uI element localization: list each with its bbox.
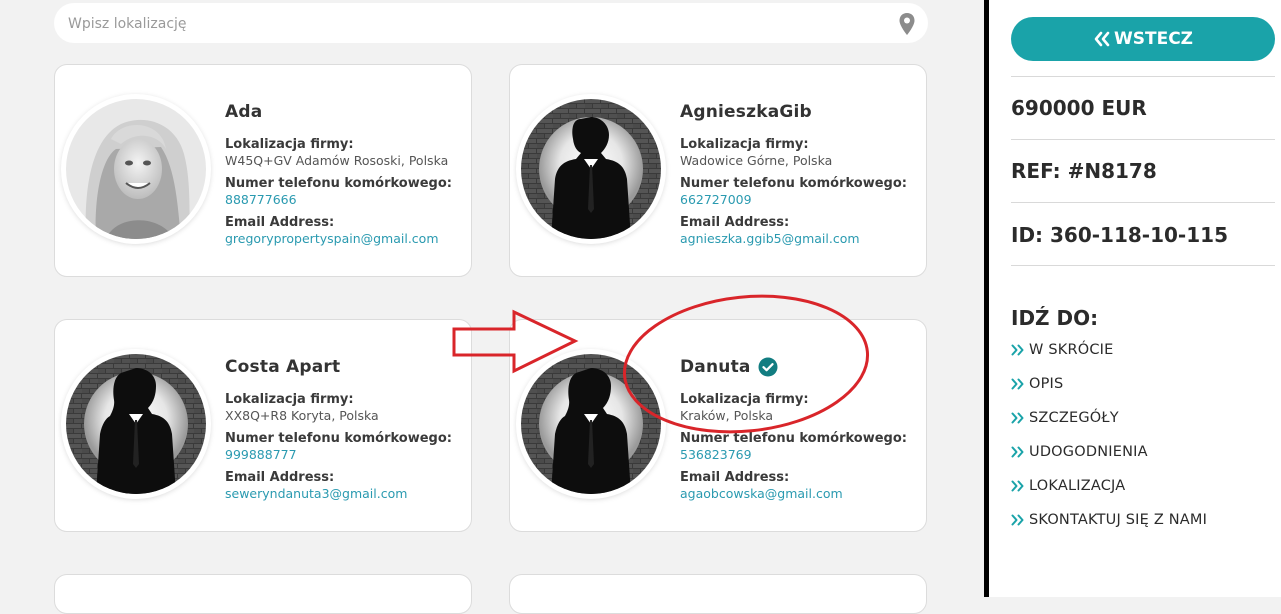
double-chevron-right-icon [1011,514,1024,526]
agent-card-partial[interactable] [54,574,472,614]
back-button[interactable]: WSTECZ [1011,17,1275,61]
email-label: Email Address: [225,470,335,485]
divider [1011,76,1275,77]
agent-avatar-man-silhouette [521,99,661,239]
nav-item-udogodnienia[interactable]: UDOGODNIENIA [1011,435,1207,469]
agent-location: W45Q+GV Adamów Rososki, Polska [225,153,449,168]
agent-card-partial[interactable] [509,574,927,614]
email-label: Email Address: [225,215,335,230]
agent-phone-link[interactable]: 536823769 [680,447,920,463]
double-chevron-right-icon [1011,446,1024,458]
agent-phone-link[interactable]: 888777666 [225,192,465,208]
nav-item-label: LOKALIZACJA [1029,478,1126,494]
map-pin-icon[interactable] [898,12,916,36]
woman-portrait-icon [66,99,206,239]
email-label: Email Address: [680,215,790,230]
property-price: 690000 EUR [1011,96,1147,120]
agent-card[interactable]: Ada Lokalizacja firmy: W45Q+GV Adamów Ro… [54,64,472,277]
nav-item-label: OPIS [1029,376,1064,392]
agent-location: Kraków, Polska [680,408,774,423]
agent-avatar-woman-silhouette [521,354,661,494]
nav-item-w-skrocie[interactable]: W SKRÓCIE [1011,333,1207,367]
agent-phone-link[interactable]: 999888777 [225,447,465,463]
double-chevron-right-icon [1011,480,1024,492]
nav-item-label: W SKRÓCIE [1029,342,1114,358]
property-id: ID: 360-118-10-115 [1011,223,1228,247]
agent-name: Ada [225,102,263,122]
property-sidebar: WSTECZ 690000 EUR REF: #N8178 ID: 360-11… [989,0,1281,597]
agent-name: Danuta [680,357,751,377]
phone-label: Numer telefonu komórkowego: [225,176,452,191]
agent-location: XX8Q+R8 Koryta, Polska [225,408,379,423]
location-label: Lokalizacja firmy: [680,137,809,152]
nav-item-label: SKONTAKTUJ SIĘ Z NAMI [1029,512,1208,528]
phone-label: Numer telefonu komórkowego: [225,431,452,446]
property-ref: REF: #N8178 [1011,159,1157,183]
location-label: Lokalizacja firmy: [225,392,354,407]
nav-item-skontaktuj[interactable]: SKONTAKTUJ SIĘ Z NAMI [1011,503,1207,537]
location-search-bar[interactable] [54,3,928,45]
agent-card[interactable]: Costa Apart Lokalizacja firmy: XX8Q+R8 K… [54,319,472,532]
agent-email-link[interactable]: seweryndanuta3@gmail.com [225,486,465,502]
email-label: Email Address: [680,470,790,485]
nav-item-opis[interactable]: OPIS [1011,367,1207,401]
double-chevron-right-icon [1011,412,1024,424]
agent-name: AgnieszkaGib [680,102,812,122]
double-chevron-right-icon [1011,344,1024,356]
nav-item-lokalizacja[interactable]: LOKALIZACJA [1011,469,1207,503]
man-silhouette-icon [521,99,661,239]
divider [1011,202,1275,203]
nav-item-label: SZCZEGÓŁY [1029,410,1119,426]
location-label: Lokalizacja firmy: [680,392,809,407]
double-chevron-right-icon [1011,378,1024,390]
section-nav: W SKRÓCIE OPIS SZCZEGÓŁY UDOGODNIENIA LO… [1011,333,1207,537]
nav-item-szczegoly[interactable]: SZCZEGÓŁY [1011,401,1207,435]
double-chevron-left-icon [1094,31,1110,47]
agent-name: Costa Apart [225,357,341,377]
phone-label: Numer telefonu komórkowego: [680,176,907,191]
phone-label: Numer telefonu komórkowego: [680,431,907,446]
woman-silhouette-icon [66,354,206,494]
location-search-input[interactable] [66,3,890,45]
divider [1011,265,1275,266]
agent-email-link[interactable]: agnieszka.ggib5@gmail.com [680,231,920,247]
agent-card[interactable]: AgnieszkaGib Lokalizacja firmy: Wadowice… [509,64,927,277]
location-label: Lokalizacja firmy: [225,137,354,152]
agent-avatar-woman-portrait [66,99,206,239]
woman-silhouette-icon [521,354,661,494]
nav-item-label: UDOGODNIENIA [1029,444,1148,460]
agent-location: Wadowice Górne, Polska [680,153,833,168]
back-button-label: WSTECZ [1113,29,1193,49]
agent-phone-link[interactable]: 662727009 [680,192,920,208]
divider [1011,139,1275,140]
verified-badge-icon [758,357,778,377]
agent-email-link[interactable]: agaobcowska@gmail.com [680,486,920,502]
agent-card[interactable]: Danuta Lokalizacja firmy: Kraków, Polska… [509,319,927,532]
agent-avatar-woman-silhouette [66,354,206,494]
goto-title: IDŹ DO: [1011,306,1099,330]
agent-email-link[interactable]: gregorypropertyspain@gmail.com [225,231,465,247]
